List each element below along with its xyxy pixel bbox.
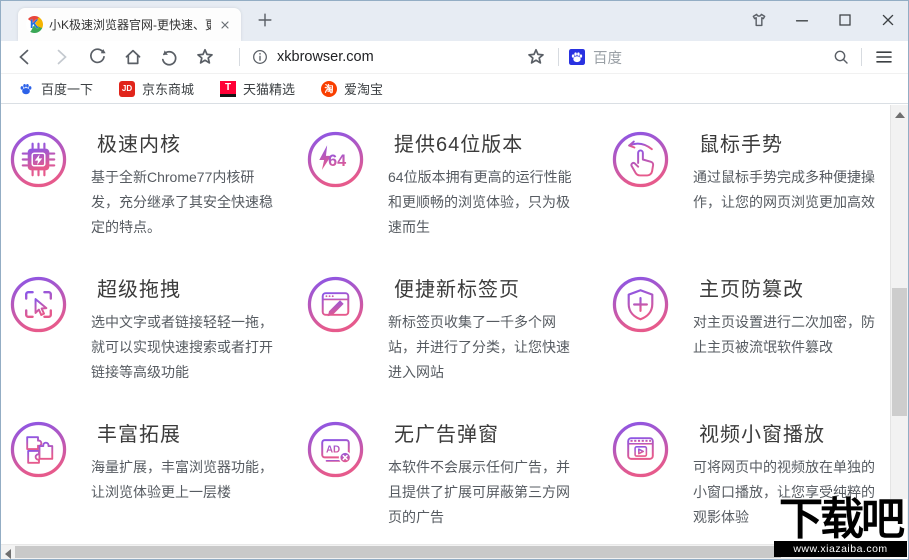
- bookmark-label: 天猫精选: [243, 82, 296, 97]
- site-favicon-icon: K: [26, 16, 43, 33]
- feature-desc: 新标签页收集了一千多个网站，并进行了分类，让您快速进入网站: [388, 314, 570, 380]
- browser-tab[interactable]: K 小K极速浏览器官网-更快速、更: [18, 8, 241, 41]
- feature-title: 极速内核: [97, 134, 181, 156]
- undo-icon[interactable]: [157, 45, 181, 69]
- tmall-icon: T: [220, 80, 237, 97]
- horizontal-scrollbar[interactable]: [1, 544, 890, 559]
- bookmark-label: 爱淘宝: [344, 82, 384, 97]
- bookmarks-bar: 百度一下 JD 京东商城 T 天猫精选 淘 爱淘宝: [1, 74, 908, 104]
- scroll-up-arrow-icon[interactable]: [895, 112, 905, 118]
- feature-title: 无广告弹窗: [394, 424, 499, 446]
- feature-card: AD 无广告弹窗 本软件不会展示任何广告，并且提供了扩展可屏蔽第三方网页的广告: [306, 418, 611, 542]
- jd-icon: JD: [119, 80, 136, 97]
- horizontal-scroll-thumb[interactable]: [15, 546, 781, 558]
- minimize-icon[interactable]: [792, 10, 812, 30]
- cpu-chip-icon: [10, 131, 67, 188]
- window-controls: [749, 10, 898, 30]
- address-toolbar: xkbrowser.com 百度: [1, 41, 908, 74]
- feature-title: 鼠标手势: [699, 134, 783, 156]
- video-popup-icon: [612, 421, 669, 478]
- feature-title: 丰富拓展: [97, 424, 181, 446]
- ad-block-icon: AD: [307, 421, 364, 478]
- taobao-icon: 淘: [321, 80, 338, 97]
- page-content: 极速内核 基于全新Chrome77内核研发，充分继承了其安全快速稳定的特点。 6…: [1, 105, 890, 542]
- bookmark-tmall[interactable]: T 天猫精选: [220, 79, 295, 98]
- feature-title: 便捷新标签页: [394, 279, 520, 301]
- bookmark-star-icon[interactable]: [524, 45, 548, 69]
- svg-text:AD: AD: [326, 445, 340, 456]
- tab-close-icon[interactable]: [217, 17, 233, 33]
- feature-desc: 对主页设置进行二次加密，防止主页被流氓软件篡改: [693, 314, 875, 355]
- feature-card: 丰富拓展 海量扩展，丰富浏览器功能，让浏览体验更上一层楼: [9, 418, 306, 542]
- xiazaiba-url: www.xiazaiba.com: [774, 541, 907, 557]
- toolbar-divider: [239, 48, 240, 66]
- back-icon[interactable]: [13, 45, 37, 69]
- site-info-icon[interactable]: [250, 47, 270, 67]
- newtab-edit-icon: [307, 276, 364, 333]
- menu-icon[interactable]: [872, 45, 896, 69]
- toolbar-divider: [861, 48, 862, 66]
- refresh-icon[interactable]: [85, 45, 109, 69]
- xiazaiba-logo: 下载吧: [779, 494, 905, 545]
- close-window-icon[interactable]: [878, 10, 898, 30]
- search-icon[interactable]: [831, 47, 851, 67]
- feature-card: 极速内核 基于全新Chrome77内核研发，充分继承了其安全快速稳定的特点。: [9, 128, 306, 273]
- maximize-icon[interactable]: [835, 10, 855, 30]
- quick-search-box[interactable]: 百度: [569, 47, 851, 68]
- bookmark-taobao[interactable]: 淘 爱淘宝: [321, 79, 383, 98]
- scroll-left-arrow-icon[interactable]: [5, 549, 11, 559]
- feature-desc: 本软件不会展示任何广告，并且提供了扩展可屏蔽第三方网页的广告: [388, 459, 570, 525]
- toolbar-divider: [558, 48, 559, 66]
- feature-grid: 极速内核 基于全新Chrome77内核研发，充分继承了其安全快速稳定的特点。 6…: [1, 105, 890, 542]
- theme-skin-icon[interactable]: [749, 10, 769, 30]
- xiazaiba-watermark: 下载吧 www.xiazaiba.com: [774, 494, 907, 557]
- address-bar[interactable]: xkbrowser.com: [250, 47, 524, 67]
- mouse-gesture-icon: [612, 131, 669, 188]
- favorites-star-icon[interactable]: [193, 45, 217, 69]
- feature-desc: 64位版本拥有更高的运行性能和更顺畅的浏览体验，只为极速而生: [388, 169, 572, 235]
- feature-desc: 选中文字或者链接轻轻一拖，就可以实现快速搜索或者打开链接等高级功能: [91, 314, 273, 380]
- bookmark-baidu[interactable]: 百度一下: [18, 79, 93, 98]
- feature-title: 超级拖拽: [97, 279, 181, 301]
- feature-card: 64 提供64位版本 64位版本拥有更高的运行性能和更顺畅的浏览体验，只为极速而…: [306, 128, 611, 273]
- feature-card: 鼠标手势 通过鼠标手势完成多种便捷操作，让您的网页浏览更加高效: [611, 128, 890, 273]
- bookmark-jd[interactable]: JD 京东商城: [119, 79, 194, 98]
- search-placeholder[interactable]: 百度: [593, 47, 622, 68]
- tab-title: 小K极速浏览器官网-更快速、更: [49, 18, 211, 32]
- baidu-paw-icon: [20, 83, 32, 94]
- forward-icon[interactable]: [49, 45, 73, 69]
- feature-title: 主页防篡改: [699, 279, 804, 301]
- new-tab-icon[interactable]: [255, 10, 275, 30]
- browser-window: K 小K极速浏览器官网-更快速、更 xkbrowser.com 百度 百度一下 …: [0, 0, 909, 560]
- feature-card: 便捷新标签页 新标签页收集了一千多个网站，并进行了分类，让您快速进入网站: [306, 273, 611, 418]
- vertical-scroll-thumb[interactable]: [892, 288, 907, 416]
- feature-title: 视频小窗播放: [699, 424, 825, 446]
- svg-text:64: 64: [328, 152, 346, 170]
- baidu-logo-icon: [569, 49, 585, 65]
- feature-card: 主页防篡改 对主页设置进行二次加密，防止主页被流氓软件篡改: [611, 273, 890, 418]
- feature-card: 超级拖拽 选中文字或者链接轻轻一拖，就可以实现快速搜索或者打开链接等高级功能: [9, 273, 306, 418]
- feature-desc: 基于全新Chrome77内核研发，充分继承了其安全快速稳定的特点。: [91, 169, 273, 235]
- bookmark-label: 京东商城: [142, 82, 195, 97]
- feature-title: 提供64位版本: [394, 134, 524, 156]
- shield-plus-icon: [612, 276, 669, 333]
- lightning-64-icon: 64: [307, 131, 364, 188]
- title-bar: K 小K极速浏览器官网-更快速、更: [1, 1, 908, 41]
- feature-desc: 海量扩展，丰富浏览器功能，让浏览体验更上一层楼: [91, 459, 273, 500]
- feature-desc: 通过鼠标手势完成多种便捷操作，让您的网页浏览更加高效: [693, 169, 875, 210]
- home-icon[interactable]: [121, 45, 145, 69]
- puzzle-icon: [10, 421, 67, 478]
- url-text[interactable]: xkbrowser.com: [277, 49, 374, 65]
- bookmark-label: 百度一下: [41, 82, 94, 97]
- vertical-scrollbar[interactable]: [890, 105, 908, 542]
- drag-select-icon: [10, 276, 67, 333]
